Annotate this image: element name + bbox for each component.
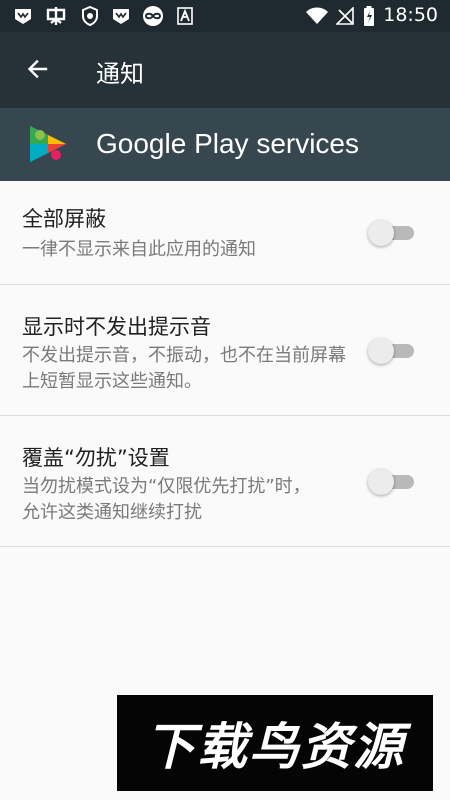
page-title: 通知	[96, 60, 144, 88]
infinity-icon	[140, 6, 166, 26]
silent-toggle[interactable]	[366, 335, 416, 367]
toggle-thumb	[368, 469, 394, 495]
status-bar: 18:50	[0, 0, 450, 32]
app-badge-icon	[110, 6, 132, 26]
setting-title: 全部屏蔽	[22, 207, 106, 231]
setting-subtitle: 不发出提示音，不振动，也不在当前屏幕上短暂显示这些通知。	[22, 345, 346, 392]
toolbar: 通知	[0, 32, 450, 108]
setting-row-override-dnd[interactable]: 覆盖“勿扰”设置 当勿扰模式设为“仅限优先打扰”时，允许这类通知继续打扰	[0, 416, 450, 547]
battery-charging-icon	[362, 6, 376, 26]
app-badge-icon	[12, 6, 34, 26]
letter-a-icon	[176, 6, 194, 26]
app-header: Google Play services	[0, 108, 450, 181]
override-dnd-toggle[interactable]	[366, 466, 416, 498]
ghost-icon	[44, 6, 68, 26]
shield-icon	[80, 6, 100, 26]
no-signal-icon	[336, 6, 354, 26]
back-button[interactable]	[14, 48, 60, 94]
block-all-toggle[interactable]	[366, 217, 416, 249]
toggle-thumb	[368, 338, 394, 364]
status-time: 18:50	[383, 4, 438, 26]
wifi-icon	[305, 6, 329, 26]
arrow-back-icon[interactable]	[25, 57, 49, 85]
setting-subtitle: 一律不显示来自此应用的通知	[22, 239, 256, 260]
setting-row-silent[interactable]: 显示时不发出提示音 不发出提示音，不振动，也不在当前屏幕上短暂显示这些通知。	[0, 285, 450, 416]
google-play-services-icon	[26, 120, 70, 168]
watermark-text: 下载鸟资源	[145, 718, 405, 776]
setting-title: 显示时不发出提示音	[22, 315, 211, 339]
watermark-banner: 下载鸟资源	[117, 695, 433, 791]
toggle-thumb	[368, 220, 394, 246]
app-name: Google Play services	[96, 128, 360, 159]
settings-list: 全部屏蔽 一律不显示来自此应用的通知 显示时不发出提示音 不发出提示音，不振动，…	[0, 181, 450, 547]
setting-subtitle: 当勿扰模式设为“仅限优先打扰”时，允许这类通知继续打扰	[22, 476, 311, 523]
setting-row-block-all[interactable]: 全部屏蔽 一律不显示来自此应用的通知	[0, 181, 450, 285]
setting-title: 覆盖“勿扰”设置	[22, 446, 170, 470]
